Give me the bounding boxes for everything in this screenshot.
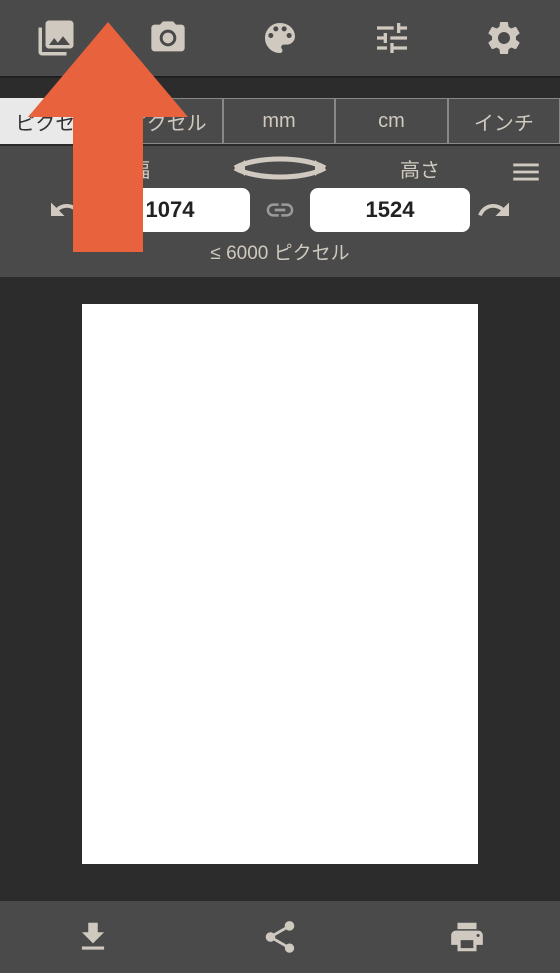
unit-pixel-1[interactable]: ピクセル xyxy=(0,98,110,144)
swap-dimensions-button[interactable] xyxy=(220,154,340,182)
undo-icon xyxy=(48,192,84,228)
settings-button[interactable] xyxy=(476,10,532,66)
size-constraint-text: ≤ 6000 ピクセル xyxy=(0,238,560,271)
unit-cm[interactable]: cm xyxy=(335,98,447,144)
canvas[interactable] xyxy=(82,304,478,864)
bottom-toolbar xyxy=(0,901,560,973)
swap-icon xyxy=(225,154,335,182)
download-button[interactable] xyxy=(65,909,121,965)
gallery-icon xyxy=(35,17,77,59)
canvas-area xyxy=(0,277,560,891)
height-label: 高さ xyxy=(340,154,500,183)
rotate-right-button[interactable] xyxy=(470,186,518,234)
share-icon xyxy=(261,918,299,956)
palette-icon xyxy=(260,18,300,58)
tune-icon xyxy=(372,18,412,58)
gear-icon xyxy=(484,18,524,58)
share-button[interactable] xyxy=(252,909,308,965)
print-icon xyxy=(448,918,486,956)
unit-pixel-2[interactable]: ピクセル xyxy=(110,98,222,144)
size-panel: 幅 高さ ≤ 6000 ピクセル xyxy=(0,146,560,277)
top-toolbar xyxy=(0,0,560,78)
rotate-left-button[interactable] xyxy=(42,186,90,234)
camera-icon xyxy=(148,18,188,58)
gallery-button[interactable] xyxy=(28,10,84,66)
link-icon xyxy=(264,194,296,226)
tune-button[interactable] xyxy=(364,10,420,66)
height-input[interactable] xyxy=(310,188,470,232)
unit-inch[interactable]: インチ xyxy=(448,98,560,144)
camera-button[interactable] xyxy=(140,10,196,66)
link-dimensions-button[interactable] xyxy=(250,194,310,226)
palette-button[interactable] xyxy=(252,10,308,66)
redo-icon xyxy=(476,192,512,228)
unit-selector: ピクセル ピクセル mm cm インチ xyxy=(0,98,560,146)
unit-mm[interactable]: mm xyxy=(223,98,335,144)
width-label: 幅 xyxy=(60,154,220,183)
print-button[interactable] xyxy=(439,909,495,965)
width-input[interactable] xyxy=(90,188,250,232)
download-icon xyxy=(74,918,112,956)
